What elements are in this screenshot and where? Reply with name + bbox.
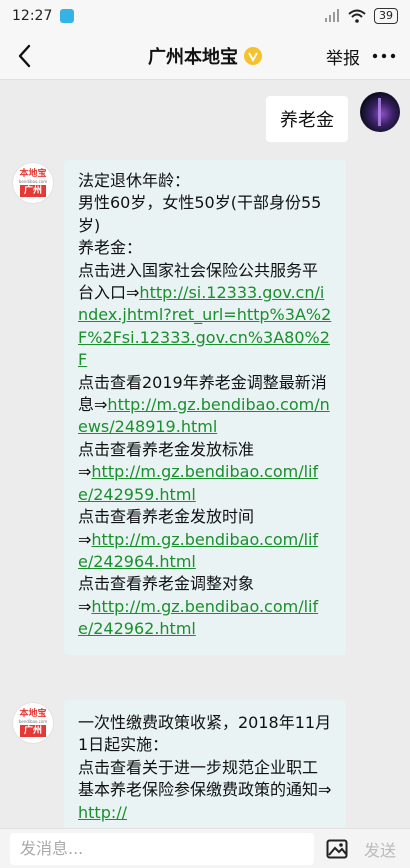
nav-bar: 广州本地宝 举报	[0, 32, 410, 80]
bot-message-bubble: 法定退休年龄： 男性60岁，女性50岁(干部身份55岁) 养老金： 点击进入国家…	[64, 160, 346, 655]
status-time: 12:27	[12, 8, 53, 24]
message-line: 点击查看养老金调整对象	[78, 574, 255, 594]
bot-message-bubble: 一次性缴费政策收紧，2018年11月1日起实施： 点击查看关于进一步规范企业职工…	[64, 700, 346, 828]
more-dots-icon	[372, 53, 396, 59]
user-message: 养老金	[266, 92, 400, 142]
verified-badge-icon	[244, 46, 262, 65]
pension-standard-link[interactable]: http://m.gz.bendibao.com/life/242959.htm…	[78, 462, 318, 503]
user-message-bubble[interactable]: 养老金	[266, 96, 348, 142]
message-line: 养老金：	[78, 238, 143, 258]
message-line: 点击查看养老金发放时间	[78, 507, 255, 527]
send-button[interactable]: 发送	[360, 837, 400, 861]
battery-icon: 39	[374, 8, 398, 24]
back-button[interactable]	[10, 42, 38, 70]
status-bar: 12:27 39	[0, 0, 410, 32]
message-line: 一次性缴费政策收紧，2018年11月1日起实施：	[78, 713, 332, 755]
pension-adjust-link[interactable]: http://m.gz.bendibao.com/life/242962.htm…	[78, 597, 318, 638]
pension-time-link[interactable]: http://m.gz.bendibao.com/life/242964.htm…	[78, 530, 318, 571]
chevron-left-icon	[18, 44, 31, 68]
image-icon	[326, 839, 348, 858]
policy-notice-link[interactable]: http://	[78, 803, 127, 822]
page-title: 广州本地宝	[148, 46, 238, 68]
signal-off-icon	[325, 9, 339, 22]
message-line: 法定退休年龄：	[78, 171, 191, 190]
wifi-icon	[348, 9, 366, 23]
message-line: 点击查看养老金发放标准	[78, 439, 255, 459]
pension-news-link[interactable]: http://m.gz.bendibao.com/news/248919.htm…	[78, 395, 330, 436]
message-line: 男性60岁，女性50岁(干部身份55岁)	[78, 193, 322, 235]
message-line: 点击查看关于进一步规范企业职工基本养老保险参保缴费政策的通知⇒	[78, 757, 332, 800]
notification-app-icon	[60, 9, 75, 23]
bot-avatar[interactable]: 本地宝 bendibao.com 广州	[12, 702, 54, 744]
arrow-text: ⇒	[78, 529, 92, 549]
image-button[interactable]	[324, 836, 350, 862]
composer-bar: 发送	[0, 828, 410, 868]
bot-avatar[interactable]: 本地宝 bendibao.com 广州	[12, 162, 54, 204]
chat-area[interactable]: 养老金 本地宝 bendibao.com 广州 法定退休年龄： 男性60岁，女性…	[0, 80, 410, 828]
message-input[interactable]	[10, 832, 314, 865]
report-button[interactable]: 举报	[326, 44, 360, 69]
user-avatar[interactable]	[360, 92, 400, 132]
more-options-button[interactable]	[370, 44, 398, 68]
arrow-text: ⇒	[78, 596, 92, 616]
arrow-text: ⇒	[78, 462, 92, 482]
